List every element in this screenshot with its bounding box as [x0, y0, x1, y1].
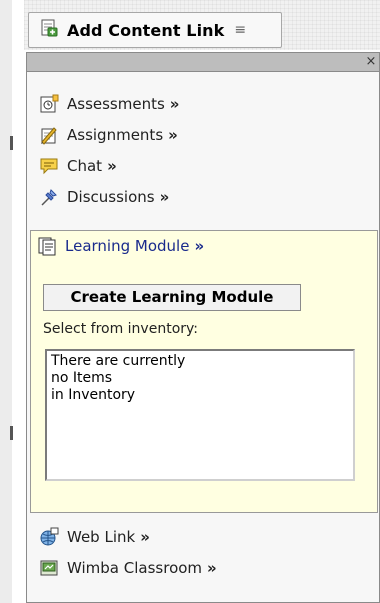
left-margin	[0, 0, 12, 603]
more-arrow: »	[107, 157, 117, 175]
menu-item-assessments[interactable]: Assessments »	[39, 91, 180, 117]
select-from-inventory-label: Select from inventory:	[43, 321, 198, 337]
add-content-link-button[interactable]: Add Content Link ≡	[28, 12, 282, 48]
menu-item-label: Chat	[67, 157, 103, 175]
discussions-icon	[39, 187, 59, 207]
more-arrow: »	[207, 559, 217, 577]
add-content-link-label: Add Content Link	[67, 20, 225, 40]
margin-tick	[10, 426, 13, 440]
web-link-icon	[39, 527, 59, 547]
more-arrow: »	[159, 188, 170, 206]
margin-tick	[10, 136, 13, 150]
learning-module-icon	[37, 236, 57, 256]
learning-module-label: Learning Module	[65, 237, 190, 255]
assessments-icon	[39, 94, 59, 114]
menu-item-chat[interactable]: Chat »	[39, 153, 117, 179]
content-link-panel: × Assessments » Assignments » Chat » Dis…	[26, 52, 380, 603]
more-arrow: »	[194, 237, 205, 255]
menu-item-discussions[interactable]: Discussions »	[39, 184, 169, 210]
menu-item-label: Wimba Classroom	[67, 559, 203, 577]
assignments-icon	[39, 125, 59, 145]
panel-header: ×	[27, 53, 379, 72]
menu-item-label: Web Link	[67, 528, 136, 546]
menu-item-wimba-classroom[interactable]: Wimba Classroom »	[39, 555, 217, 581]
canvas: Add Content Link ≡ × Assessments » Assig…	[0, 0, 380, 603]
menu-item-label: Assessments	[67, 95, 165, 113]
chat-icon	[39, 156, 59, 176]
add-content-icon	[39, 18, 59, 42]
wimba-classroom-icon	[39, 558, 59, 578]
menu-item-learning-module[interactable]: Learning Module »	[37, 236, 204, 256]
inventory-listbox[interactable]: There are currently no Items in Inventor…	[45, 349, 355, 481]
menu-item-web-link[interactable]: Web Link »	[39, 524, 150, 550]
menu-item-label: Assignments	[67, 126, 164, 144]
more-arrow: »	[169, 95, 180, 113]
more-arrow: »	[140, 528, 150, 546]
create-learning-module-button[interactable]: Create Learning Module	[43, 284, 301, 311]
menu-item-assignments[interactable]: Assignments »	[39, 122, 178, 148]
close-icon[interactable]: ×	[363, 54, 379, 70]
more-arrow: »	[168, 126, 178, 144]
chevron-down-icon: ≡	[234, 22, 247, 38]
menu-item-label: Discussions	[67, 188, 155, 206]
